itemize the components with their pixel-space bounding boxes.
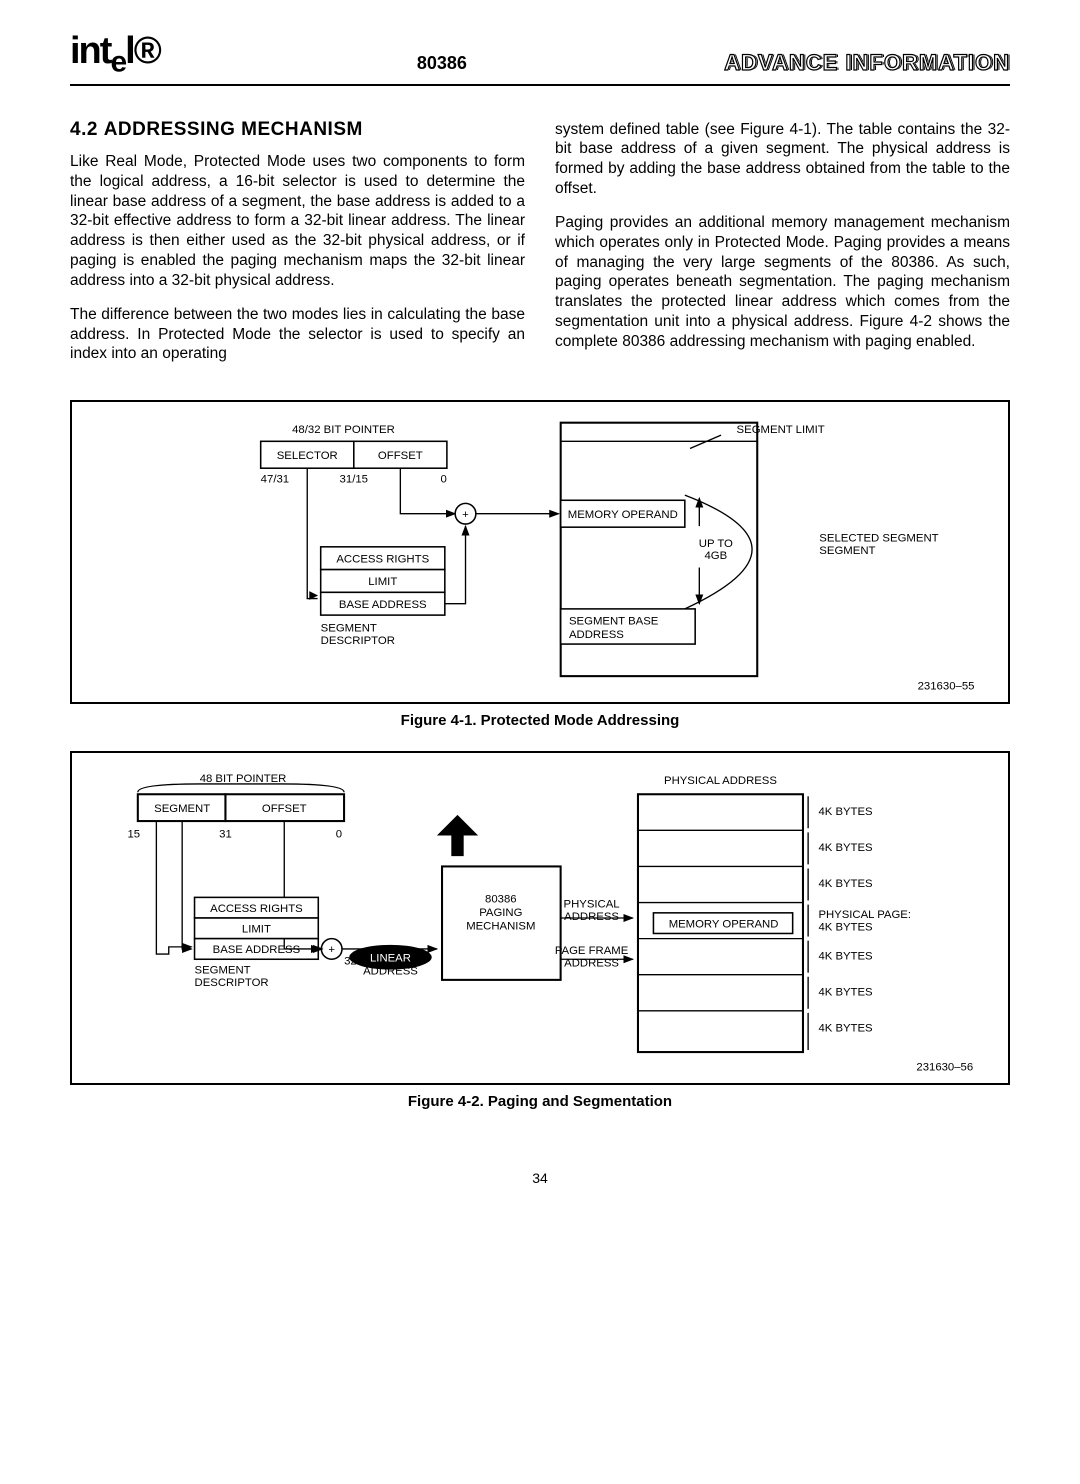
svg-text:ACCESS RIGHTS: ACCESS RIGHTS [336, 554, 429, 566]
figure-4-1-caption: Figure 4-1. Protected Mode Addressing [70, 712, 1010, 729]
figure-4-1-svg: text { font-family: Helvetica, Arial, sa… [72, 402, 1008, 702]
svg-text:4K BYTES: 4K BYTES [818, 842, 873, 854]
figure-4-1: text { font-family: Helvetica, Arial, sa… [70, 400, 1010, 704]
right-column: system defined table (see Figure 4-1). T… [555, 110, 1010, 379]
svg-text:PAGING: PAGING [479, 907, 522, 919]
svg-text:80386: 80386 [485, 894, 517, 906]
svg-text:4K BYTES: 4K BYTES [818, 1023, 873, 1035]
svg-text:PHYSICAL: PHYSICAL [564, 899, 620, 911]
svg-text:PAGE FRAME: PAGE FRAME [555, 945, 629, 957]
svg-text:▶: ▶ [309, 590, 318, 602]
svg-text:4K BYTES: 4K BYTES [818, 922, 873, 934]
chip-number: 80386 [160, 53, 724, 80]
svg-text:+: + [328, 944, 335, 956]
section-heading: 4.2 ADDRESSING MECHANISM [70, 118, 525, 142]
svg-text:31: 31 [219, 829, 232, 841]
svg-text:DESCRIPTOR: DESCRIPTOR [321, 635, 395, 647]
svg-text:48/32 BIT POINTER: 48/32 BIT POINTER [292, 424, 395, 436]
svg-text:PHYSICAL PAGE:: PHYSICAL PAGE: [818, 909, 911, 921]
svg-text:BASE ADDRESS: BASE ADDRESS [213, 944, 301, 956]
advance-info: ADVANCE INFORMATION [724, 50, 1010, 80]
svg-text:4K BYTES: 4K BYTES [818, 950, 873, 962]
paragraph-3: system defined table (see Figure 4-1). T… [555, 120, 1010, 199]
svg-text:48 BIT POINTER: 48 BIT POINTER [200, 773, 287, 785]
svg-text:47/31: 47/31 [261, 474, 289, 486]
svg-text:SEGMENT: SEGMENT [819, 545, 875, 557]
intel-logo: intel® [70, 30, 160, 80]
paragraph-2: The difference between the two modes lie… [70, 305, 525, 364]
svg-text:SEGMENT LIMIT: SEGMENT LIMIT [737, 424, 825, 436]
svg-text:SEGMENT BASE: SEGMENT BASE [569, 616, 659, 628]
svg-text:MECHANISM: MECHANISM [466, 921, 535, 933]
page-header: intel® 80386 ADVANCE INFORMATION [70, 30, 1010, 80]
svg-text:ADDRESS: ADDRESS [363, 966, 418, 978]
svg-text:LINEAR: LINEAR [370, 953, 411, 965]
svg-text:PHYSICAL ADDRESS: PHYSICAL ADDRESS [664, 775, 777, 787]
svg-text:ADDRESS: ADDRESS [569, 629, 624, 641]
svg-text:SELECTOR: SELECTOR [277, 450, 338, 462]
figure-4-2-svg: text { font-family: Helvetica, Arial, sa… [72, 753, 1008, 1083]
svg-text:0: 0 [441, 474, 447, 486]
svg-text:231630–56: 231630–56 [916, 1062, 973, 1074]
svg-text:4K BYTES: 4K BYTES [818, 878, 873, 890]
svg-text:0: 0 [336, 829, 342, 841]
paragraph-1: Like Real Mode, Protected Mode uses two … [70, 152, 525, 291]
svg-text:4K BYTES: 4K BYTES [818, 987, 873, 999]
figure-4-2-caption: Figure 4-2. Paging and Segmentation [70, 1093, 1010, 1110]
svg-text:+: + [462, 509, 469, 521]
svg-text:15: 15 [128, 829, 141, 841]
body-columns: 4.2 ADDRESSING MECHANISM Like Real Mode,… [70, 110, 1010, 379]
svg-text:231630–55: 231630–55 [918, 681, 975, 693]
page-number: 34 [70, 1170, 1010, 1186]
svg-text:SELECTED SEGMENT: SELECTED SEGMENT [819, 533, 938, 545]
svg-text:LIMIT: LIMIT [242, 924, 271, 936]
svg-text:4GB: 4GB [704, 550, 727, 562]
svg-text:DESCRIPTOR: DESCRIPTOR [195, 977, 269, 989]
svg-text:ADDRESS: ADDRESS [564, 911, 619, 923]
svg-text:OFFSET: OFFSET [378, 450, 423, 462]
segdesc: SEGMENT [321, 623, 377, 635]
svg-text:SEGMENT: SEGMENT [154, 803, 210, 815]
svg-text:LIMIT: LIMIT [368, 576, 397, 588]
paragraph-4: Paging provides an additional memory man… [555, 213, 1010, 352]
svg-text:MEMORY OPERAND: MEMORY OPERAND [669, 918, 779, 930]
svg-text:OFFSET: OFFSET [262, 803, 307, 815]
svg-text:UP TO: UP TO [699, 538, 733, 550]
figure-4-2: text { font-family: Helvetica, Arial, sa… [70, 751, 1010, 1085]
svg-text:4K BYTES: 4K BYTES [818, 806, 873, 818]
left-column: 4.2 ADDRESSING MECHANISM Like Real Mode,… [70, 110, 525, 379]
svg-text:MEMORY OPERAND: MEMORY OPERAND [568, 509, 678, 521]
svg-text:BASE ADDRESS: BASE ADDRESS [339, 599, 427, 611]
svg-text:SEGMENT: SEGMENT [195, 965, 251, 977]
svg-text:31/15: 31/15 [340, 474, 368, 486]
header-rule [70, 84, 1010, 86]
svg-text:ACCESS RIGHTS: ACCESS RIGHTS [210, 903, 303, 915]
